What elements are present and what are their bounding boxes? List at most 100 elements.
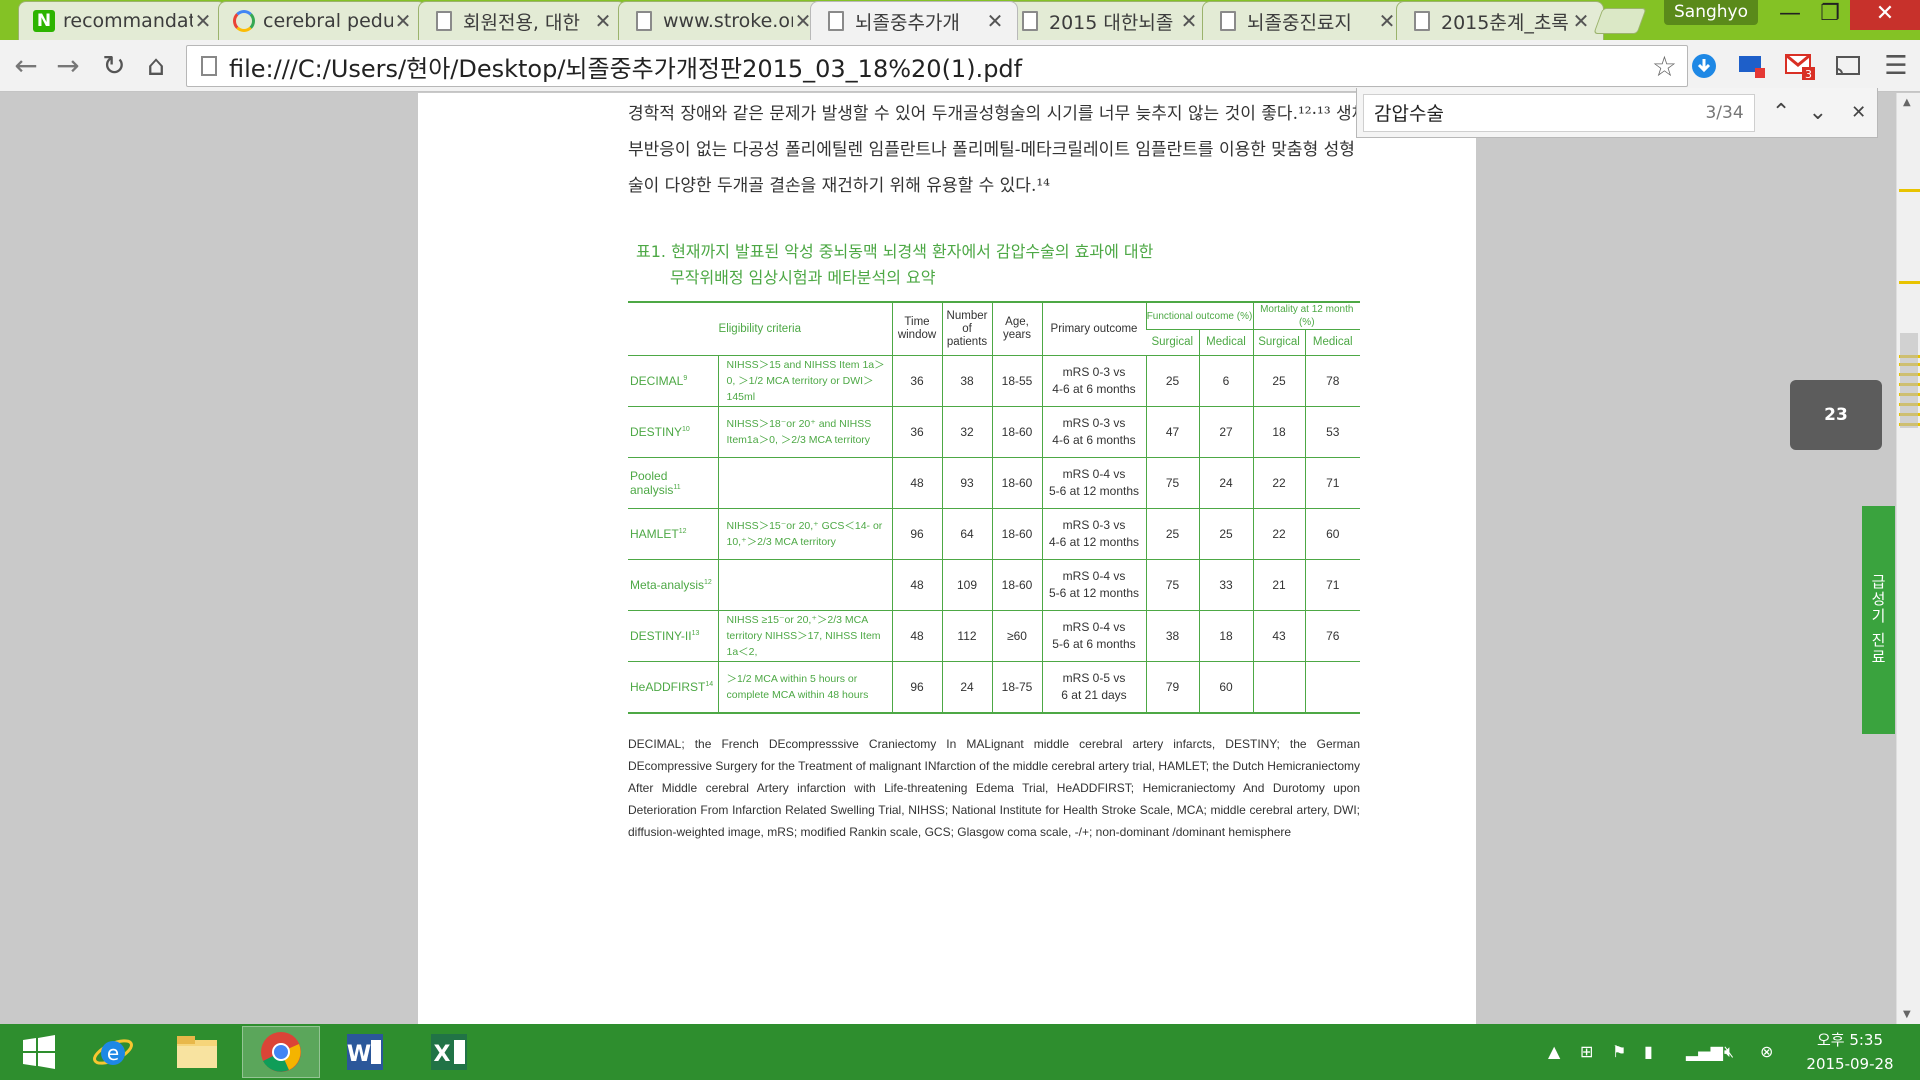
vertical-scrollbar[interactable]: ▲ ▼ (1896, 93, 1920, 1024)
patients-cell: 32 (941, 406, 992, 458)
page-number-indicator: 23 (1790, 380, 1882, 450)
eligibility-criteria: NIHSS＞15⁻or 20,⁺ GCS＜14- or 10,⁺＞2/3 MCA… (717, 508, 892, 560)
tab-title: cerebral pedu (263, 10, 393, 32)
tab-member[interactable]: 회원전용, 대한 ✕ (418, 1, 626, 40)
age-cell: 18-75 (991, 661, 1042, 714)
mortality-medical-cell: 71 (1304, 457, 1360, 509)
page-icon (201, 56, 217, 76)
tab-2015-stroke[interactable]: 2015 대한뇌졸 ✕ (1004, 1, 1212, 40)
new-tab-button[interactable] (1593, 8, 1647, 34)
action-center-icon[interactable]: ⚑ (1612, 1042, 1626, 1061)
internet-explorer-icon[interactable]: e (74, 1026, 152, 1078)
header-surgical: Surgical (1146, 329, 1199, 356)
address-bar[interactable]: file:///C:/Users/현아/Desktop/뇌졸중추가개정판2015… (186, 45, 1688, 87)
screen-capture-icon[interactable] (1736, 50, 1768, 82)
chrome-icon[interactable] (242, 1026, 320, 1078)
tab-cerebral[interactable]: cerebral pedu ✕ (218, 1, 426, 40)
find-next-icon[interactable]: ⌄ (1799, 100, 1836, 125)
cast-icon[interactable] (1832, 50, 1864, 82)
scroll-down-icon[interactable]: ▼ (1903, 1009, 1911, 1020)
close-tab-icon[interactable]: ✕ (985, 9, 1005, 33)
outcome-cell: mRS 0-4 vs 5-6 at 6 months (1041, 610, 1146, 662)
error-icon[interactable]: ⊗ (1760, 1042, 1773, 1061)
pdf-page: 경학적 장애와 같은 문제가 발생할 수 있어 두개골성형술의 시기를 너무 늦… (418, 93, 1895, 1024)
tab-guideline[interactable]: 뇌졸중진료지 ✕ (1202, 1, 1410, 40)
find-close-icon[interactable]: ✕ (1840, 102, 1877, 123)
bookmark-star-icon[interactable]: ☆ (1652, 50, 1677, 83)
window-close-icon[interactable]: ✕ (1850, 0, 1920, 30)
patients-cell: 38 (941, 355, 992, 407)
functional-medical-cell: 18 (1198, 610, 1253, 662)
patients-cell: 109 (941, 559, 992, 611)
trial-name: HeADDFIRST14 (628, 661, 718, 714)
naver-n-icon: N (33, 10, 55, 32)
tab-title: 2015 대한뇌졸 (1049, 11, 1174, 34)
home-icon[interactable]: ⌂ (138, 48, 174, 84)
back-icon[interactable]: ← (8, 48, 44, 84)
close-tab-icon[interactable]: ✕ (393, 9, 413, 33)
close-tab-icon[interactable]: ✕ (593, 9, 613, 33)
tab-abstract[interactable]: 2015춘계_초록 ✕ (1396, 1, 1604, 40)
time-window-cell: 36 (891, 406, 942, 458)
url-text[interactable]: file:///C:/Users/현아/Desktop/뇌졸중추가개정판2015… (229, 49, 1652, 84)
windows-start-icon[interactable] (0, 1026, 78, 1078)
excel-icon[interactable]: X (410, 1026, 488, 1078)
close-tab-icon[interactable]: ✕ (1377, 9, 1397, 33)
restore-icon[interactable]: ❐ (1806, 0, 1854, 30)
windows-flag-icon[interactable]: ⊞ (1580, 1042, 1593, 1061)
tab-recommandat[interactable]: N recommandat ✕ (18, 1, 226, 40)
table-row: Meta-analysis12 48 109 18-60 mRS 0-4 vs 5… (628, 559, 1360, 611)
header-mortality: Mortality at 12 month (%) (1252, 301, 1360, 330)
profile-button[interactable]: Sanghyo (1664, 0, 1758, 25)
mortality-medical-cell: 60 (1304, 508, 1360, 560)
trial-name: DECIMAL9 (628, 355, 718, 407)
tab-title: recommandat (63, 10, 193, 32)
taskbar-clock[interactable]: 오후 5:35 2015-09-28 (1790, 1028, 1910, 1076)
time-window-cell: 48 (891, 457, 942, 509)
trial-table: Eligibility criteria Time window Number … (628, 301, 1360, 714)
reload-icon[interactable]: ↻ (96, 48, 132, 84)
time-window-cell: 36 (891, 355, 942, 407)
header-functional-outcome: Functional outcome (%) (1145, 301, 1253, 330)
tab-stroke[interactable]: www.stroke.or ✕ (618, 1, 826, 40)
close-tab-icon[interactable]: ✕ (193, 9, 213, 33)
outcome-cell: mRS 0-3 vs 4-6 at 12 months (1041, 508, 1146, 560)
page-icon (433, 10, 455, 32)
body-text-line: 부반응이 없는 다공성 폴리에틸렌 임플란트나 폴리메틸-메타크릴레이트 임플란… (628, 140, 1355, 160)
download-icon[interactable] (1688, 50, 1720, 82)
time-window-cell: 96 (891, 661, 942, 714)
word-icon[interactable]: W (326, 1026, 404, 1078)
google-icon (233, 10, 255, 32)
scroll-up-icon[interactable]: ▲ (1903, 97, 1911, 108)
forward-icon[interactable]: → (50, 48, 86, 84)
tab-stroke-pdf[interactable]: 뇌졸중추가개 ✕ (810, 1, 1018, 40)
close-tab-icon[interactable]: ✕ (1179, 9, 1199, 33)
find-query[interactable]: 감압수술 (1374, 99, 1705, 126)
body-text-line: 술이 다양한 두개골 결손을 재건하기 위해 유용할 수 있다.¹⁴ (628, 176, 1050, 196)
power-icon[interactable]: ▮ (1644, 1042, 1653, 1061)
age-cell: 18-60 (991, 406, 1042, 458)
functional-surgical-cell: 75 (1145, 457, 1199, 509)
pdf-viewer: 경학적 장애와 같은 문제가 발생할 수 있어 두개골성형술의 시기를 너무 늦… (0, 93, 1920, 1024)
menu-icon[interactable]: ☰ (1880, 50, 1912, 82)
find-previous-icon[interactable]: ⌃ (1763, 100, 1800, 125)
show-hidden-icons[interactable]: ▲ (1548, 1042, 1560, 1061)
trial-name: DESTINY-II13 (628, 610, 718, 662)
file-explorer-icon[interactable] (158, 1026, 236, 1078)
page-icon (1217, 10, 1239, 32)
scroll-thumb[interactable] (1900, 333, 1918, 428)
find-match-count: 3/34 (1705, 102, 1744, 123)
mortality-medical-cell: 76 (1304, 610, 1360, 662)
patients-cell: 93 (941, 457, 992, 509)
find-input[interactable]: 감압수술 3/34 (1363, 93, 1755, 132)
mortality-surgical-cell: 21 (1252, 559, 1305, 611)
time-window-cell: 96 (891, 508, 942, 560)
table-row: DECIMAL9 NIHSS＞15 and NIHSS Item 1a＞0, ＞… (628, 355, 1360, 407)
network-icon[interactable]: ▂▄▆ (1686, 1042, 1723, 1061)
time-window-cell: 48 (891, 610, 942, 662)
eligibility-criteria (717, 559, 892, 611)
table-row: HAMLET12 NIHSS＞15⁻or 20,⁺ GCS＜14- or 10,… (628, 508, 1360, 560)
gmail-icon[interactable]: 3 (1784, 50, 1816, 82)
close-tab-icon[interactable]: ✕ (1571, 9, 1591, 33)
volume-muted-icon[interactable]: 🔇︎ (1724, 1042, 1734, 1062)
